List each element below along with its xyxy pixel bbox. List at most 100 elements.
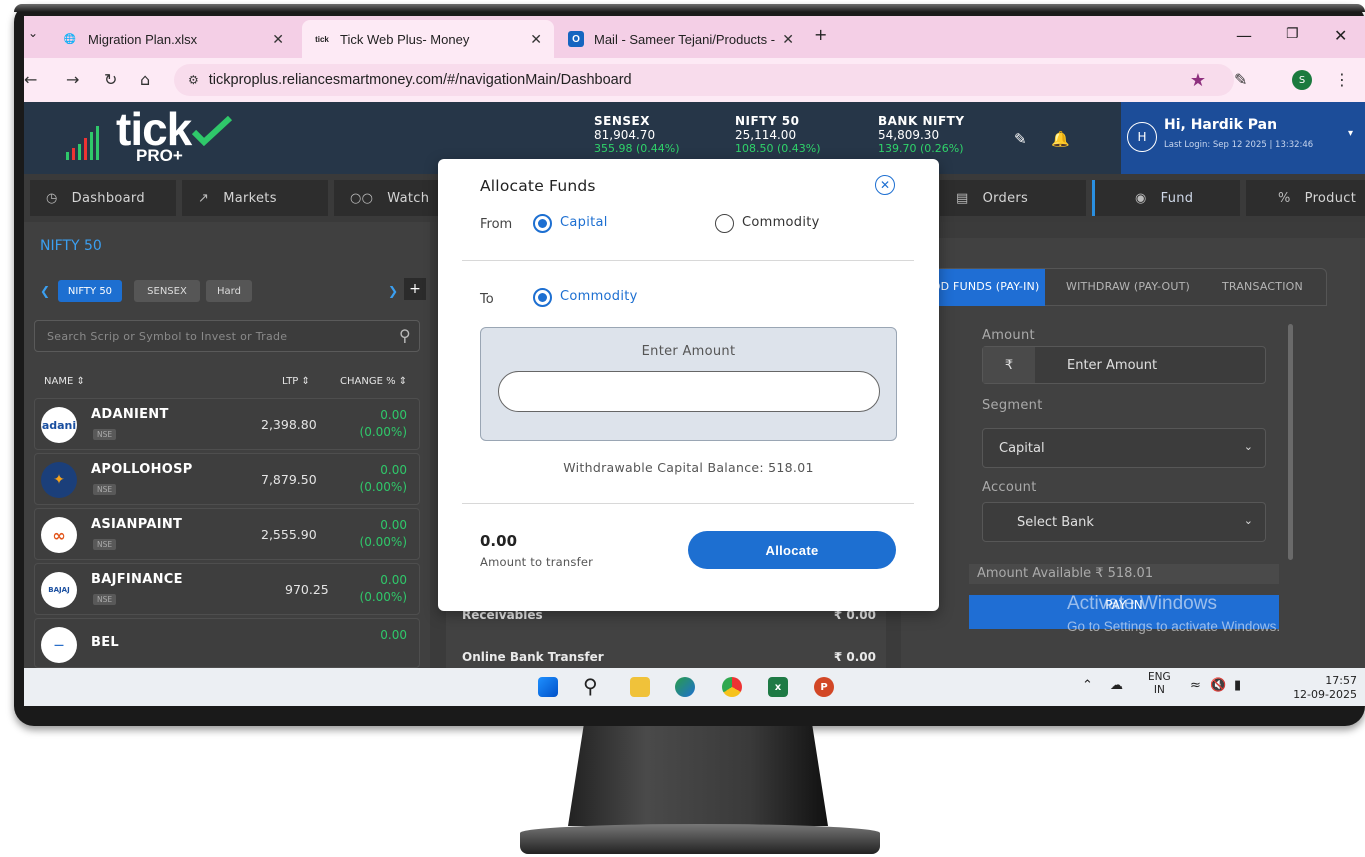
modal-title: Allocate Funds [480,177,596,195]
speaker-muted-icon[interactable]: 🔇 [1210,678,1226,693]
segment-select[interactable]: Capital ⌄ [982,428,1266,468]
watchlist-row[interactable]: BAJAJ BAJFINANCE NSE 970.25 0.00 (0.00%) [34,563,420,615]
amount-placeholder: Enter Amount [1067,357,1158,373]
allocate-button[interactable]: Allocate [688,531,896,569]
browser-tab-mail[interactable]: O Mail - Sameer Tejani/Products - ✕ [556,20,806,58]
browser-tab-bar: ⌄ 🌐 Migration Plan.xlsx ✕ tick Tick Web … [24,16,1365,58]
windows-start-icon[interactable] [538,677,558,697]
from-capital-label[interactable]: Capital [560,215,608,230]
index-banknifty[interactable]: BANK NIFTY 54,809.30 139.70 (0.26%) [878,114,965,156]
chip-nifty50[interactable]: NIFTY 50 [58,280,122,302]
date: 12-09-2025 [1293,688,1357,701]
tab-search-chevron-icon[interactable]: ⌄ [28,26,38,40]
tab-close-icon[interactable]: ✕ [782,31,794,48]
excel-icon[interactable]: x [768,677,788,697]
to-commodity-label[interactable]: Commodity [560,289,638,304]
orders-icon: ▤ [956,190,969,206]
col-change[interactable]: CHANGE % ⇕ [340,376,407,387]
url-text: tickproplus.reliancesmartmoney.com/#/nav… [208,72,632,88]
nav-product[interactable]: % Product [1246,180,1365,216]
panel-scrollbar[interactable] [1288,324,1293,560]
wifi-icon[interactable]: ≈ [1190,678,1201,693]
account-select[interactable]: Select Bank ⌄ [982,502,1266,542]
extensions-icon[interactable]: ✎ [1234,70,1247,89]
user-menu[interactable]: H Hi, Hardik Pan Last Login: Sep 12 2025… [1121,102,1365,174]
window-close-icon[interactable]: ✕ [1334,26,1347,45]
url-bar[interactable]: ⚙ tickproplus.reliancesmartmoney.com/#/n… [174,64,1234,96]
close-icon[interactable]: ✕ [875,175,895,195]
profile-avatar[interactable]: S [1292,70,1312,90]
edge-icon[interactable] [675,677,695,697]
radio-from-capital[interactable] [533,214,552,233]
index-nifty50[interactable]: NIFTY 50 25,114.00 108.50 (0.43%) [735,114,821,156]
home-icon[interactable]: ⌂ [140,70,150,89]
watchlist-row[interactable]: — BEL 0.00 [34,618,420,668]
amount-input[interactable] [498,371,880,412]
ltp: 2,398.80 [261,417,317,432]
tab-close-icon[interactable]: ✕ [530,31,542,48]
nav-label: Markets [223,190,277,206]
watchlist-row[interactable]: adani ADANIENT NSE 2,398.80 0.00 (0.00%) [34,398,420,450]
site-settings-icon[interactable]: ⚙ [188,73,199,87]
nav-fund[interactable]: ◉ Fund [1092,180,1240,216]
index-value: 25,114.00 [735,128,797,142]
nav-markets[interactable]: ↗ Markets [182,180,328,216]
nav-watchlist[interactable]: ○○ Watch [334,180,438,216]
tab-add-funds[interactable]: DD FUNDS (PAY-IN) [928,269,1046,306]
ltp: 970.25 [285,582,329,597]
tab-withdraw[interactable]: WITHDRAW (PAY-OUT) [1066,280,1190,293]
language-indicator[interactable]: ENG IN [1148,671,1171,697]
change: 0.00 (0.00%) [360,572,407,606]
watchlist-row[interactable]: ∞ ASIANPAINT NSE 2,555.90 0.00 (0.00%) [34,508,420,560]
tab-close-icon[interactable]: ✕ [272,31,284,48]
company-logo: BAJAJ [41,572,77,608]
radio-to-commodity[interactable] [533,288,552,307]
col-name[interactable]: NAME ⇕ [44,376,85,387]
browser-tab-migration-plan[interactable]: 🌐 Migration Plan.xlsx ✕ [50,20,296,58]
amount-input[interactable]: ₹ Enter Amount [982,346,1266,384]
browser-tab-tick-web[interactable]: tick Tick Web Plus- Money ✕ [302,20,554,58]
change-value: 0.00 [380,518,407,532]
chip-sensex[interactable]: SENSEX [134,280,200,302]
asianpaint-logo-icon: ∞ [41,517,77,553]
restore-icon[interactable]: ❐ [1286,26,1299,42]
onedrive-cloud-icon[interactable]: ☁ [1110,678,1123,693]
search-icon[interactable]: ⚲ [583,674,598,698]
chevron-right-icon[interactable]: ❯ [388,284,398,298]
clock-icon: ◷ [46,190,58,206]
file-explorer-icon[interactable] [630,677,650,697]
reload-icon[interactable]: ↻ [104,70,117,89]
scrip-search-input[interactable]: Search Scrip or Symbol to Invest or Trad… [34,320,420,352]
bookmark-star-icon[interactable]: ★ [1190,70,1206,91]
tick-pro-logo[interactable]: tick PRO+ [64,103,234,170]
change-pct: (0.00%) [359,480,407,494]
col-ltp[interactable]: LTP ⇕ [282,376,310,387]
nav-orders[interactable]: ▤ Orders [940,180,1086,216]
battery-icon[interactable]: ▮ [1234,678,1241,693]
amount-available: Amount Available ₹ 518.01 [969,564,1279,584]
edit-pencil-icon[interactable]: ✎ [1014,130,1027,148]
from-commodity-label[interactable]: Commodity [742,215,820,230]
forward-icon[interactable]: → [66,70,79,89]
minimize-icon[interactable]: — [1236,26,1252,45]
chrome-icon[interactable] [722,677,742,697]
chevron-left-icon[interactable]: ❮ [40,284,50,298]
exchange-badge: NSE [93,594,117,605]
chip-hard[interactable]: Hard [206,280,252,302]
clock[interactable]: 17:57 12-09-2025 [1293,674,1357,702]
search-icon[interactable]: ⚲ [399,326,411,345]
back-icon[interactable]: ← [24,70,37,89]
powerpoint-icon[interactable]: P [814,677,834,697]
radio-from-commodity[interactable] [715,214,734,233]
chevron-up-icon[interactable]: ⌃ [1082,678,1093,693]
new-tab-icon[interactable]: + [814,25,827,44]
segment-label: Segment [982,398,1043,413]
tab-transaction[interactable]: TRANSACTION [1222,280,1303,293]
watchlist-row[interactable]: ✦ APOLLOHOSP NSE 7,879.50 0.00 (0.00%) [34,453,420,505]
browser-menu-icon[interactable]: ⋮ [1334,70,1350,89]
nav-dashboard[interactable]: ◷ Dashboard [30,180,176,216]
index-sensex[interactable]: SENSEX 81,904.70 355.98 (0.44%) [594,114,680,156]
add-watchlist-button[interactable]: + [404,278,426,300]
symbol: BEL [91,635,119,650]
bell-icon[interactable]: 🔔 [1051,130,1070,148]
